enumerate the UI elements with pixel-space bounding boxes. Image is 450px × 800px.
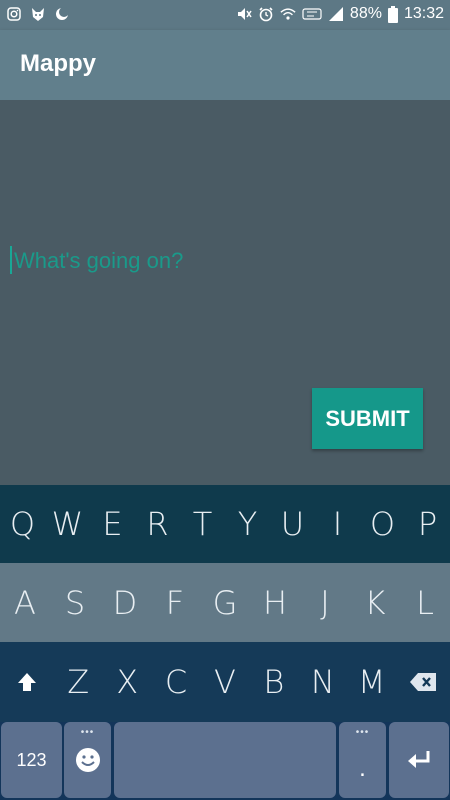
space-bar[interactable] — [114, 722, 336, 798]
moon-icon — [54, 6, 70, 22]
keyboard-row-4: 123 ••• ••• . — [0, 722, 450, 800]
key-d[interactable]: D — [100, 563, 150, 642]
post-form: SUBMIT — [0, 100, 450, 485]
key-t[interactable]: T — [180, 485, 225, 563]
period-key[interactable]: ••• . — [339, 722, 386, 798]
app-title: Mappy — [20, 50, 97, 77]
keyboard-row-1: Q W E R T Y U I O P — [0, 485, 450, 563]
smiley-icon — [75, 748, 100, 772]
enter-icon — [408, 751, 430, 768]
key-g[interactable]: G — [200, 563, 250, 642]
submit-button[interactable]: SUBMIT — [312, 388, 423, 449]
status-left-icons — [6, 6, 70, 22]
battery-icon — [387, 5, 398, 23]
key-s[interactable]: S — [50, 563, 100, 642]
key-a[interactable]: A — [0, 563, 50, 642]
key-n[interactable]: N — [298, 642, 347, 722]
mask-icon — [30, 6, 46, 22]
signal-icon — [328, 6, 344, 22]
key-q[interactable]: Q — [0, 485, 45, 563]
mute-icon — [236, 6, 252, 22]
key-r[interactable]: R — [135, 485, 180, 563]
backspace-key[interactable] — [396, 642, 450, 722]
battery-percentage: 88% — [349, 5, 382, 22]
key-h[interactable]: H — [250, 563, 300, 642]
shift-icon — [17, 673, 36, 691]
key-k[interactable]: K — [350, 563, 400, 642]
key-i[interactable]: I — [315, 485, 360, 563]
key-p[interactable]: P — [405, 485, 450, 563]
key-y[interactable]: Y — [225, 485, 270, 563]
key-o[interactable]: O — [360, 485, 405, 563]
key-e[interactable]: E — [90, 485, 135, 563]
soft-keyboard: Q W E R T Y U I O P A S D F G H J K L Z … — [0, 485, 450, 800]
status-right-icons: 88% 13:32 — [236, 5, 444, 23]
clock: 13:32 — [403, 5, 444, 22]
post-input[interactable] — [12, 242, 394, 280]
post-input-wrapper — [10, 242, 394, 282]
period-key-label: . — [359, 755, 366, 782]
data-icon — [302, 6, 322, 22]
key-u[interactable]: U — [270, 485, 315, 563]
app-bar: Mappy — [0, 30, 450, 100]
emoji-key[interactable]: ••• — [64, 722, 111, 798]
numbers-key[interactable]: 123 — [1, 722, 62, 798]
shift-key[interactable] — [0, 642, 54, 722]
alarm-icon — [258, 6, 274, 22]
period-more-dots: ••• — [355, 727, 370, 738]
instagram-icon — [6, 6, 22, 22]
backspace-icon — [410, 673, 437, 691]
wifi-icon — [280, 6, 296, 22]
key-j[interactable]: J — [300, 563, 350, 642]
key-f[interactable]: F — [150, 563, 200, 642]
key-z[interactable]: Z — [54, 642, 103, 722]
key-c[interactable]: C — [152, 642, 201, 722]
key-w[interactable]: W — [45, 485, 90, 563]
enter-key[interactable] — [389, 722, 449, 798]
keyboard-row-3: Z X C V B N M — [0, 642, 450, 722]
status-bar: 88% 13:32 — [0, 0, 450, 30]
numbers-key-label: 123 — [16, 749, 47, 770]
key-m[interactable]: M — [347, 642, 396, 722]
emoji-more-dots: ••• — [80, 727, 95, 738]
keyboard-row-2: A S D F G H J K L — [0, 563, 450, 642]
key-b[interactable]: B — [249, 642, 298, 722]
key-v[interactable]: V — [201, 642, 250, 722]
key-x[interactable]: X — [103, 642, 152, 722]
key-l[interactable]: L — [400, 563, 450, 642]
